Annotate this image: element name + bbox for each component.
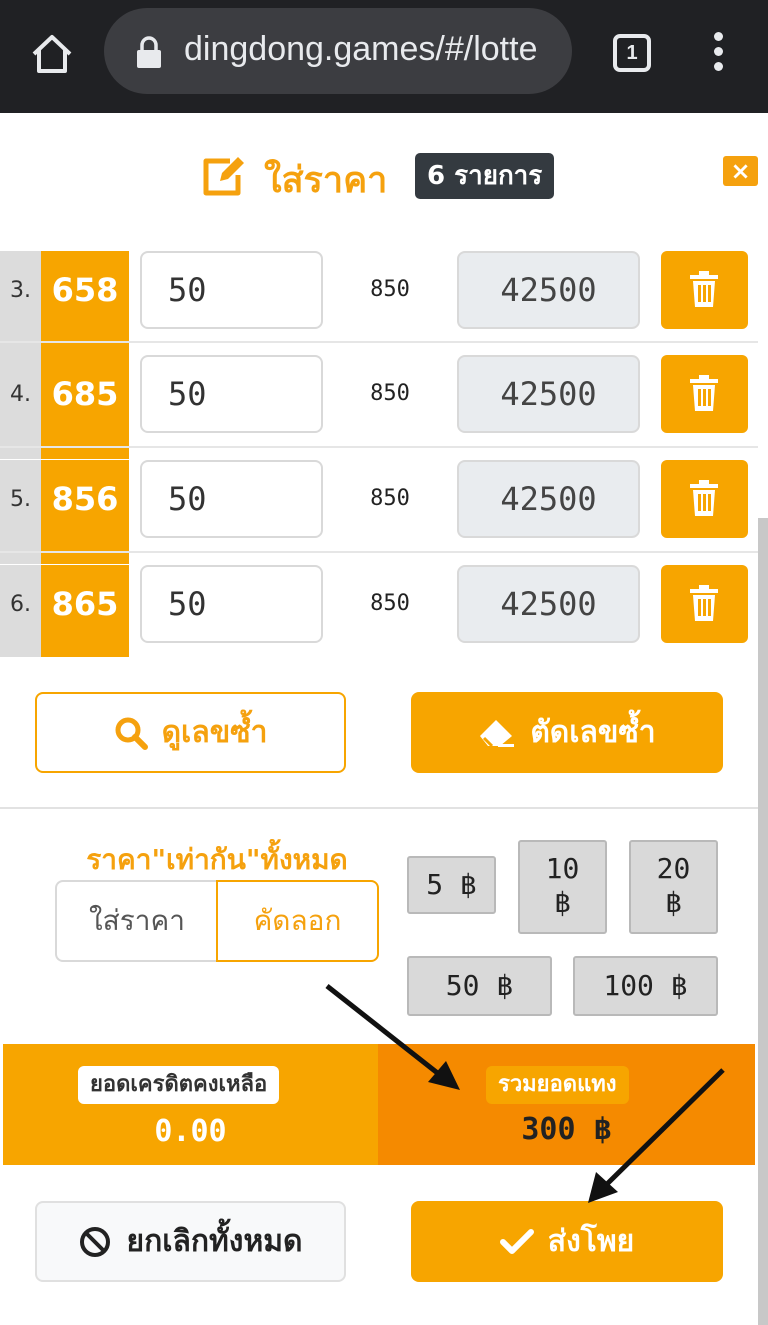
amount-input[interactable]: 50	[140, 251, 323, 329]
address-bar[interactable]: dingdong.games/#/lotte	[104, 8, 572, 94]
chip-10-baht[interactable]: 10 ฿	[518, 840, 607, 934]
chip-5-baht[interactable]: 5 ฿	[407, 856, 496, 914]
submit-label: ส่งโพย	[547, 1224, 635, 1259]
total-label: รวมยอดแทง	[486, 1066, 629, 1104]
payout-value: 42500	[457, 355, 640, 433]
payout-rate: 850	[370, 277, 410, 302]
amount-input[interactable]: 50	[140, 565, 323, 643]
chip-50-baht[interactable]: 50 ฿	[407, 956, 552, 1016]
search-icon	[115, 717, 148, 750]
payout-value: 42500	[457, 460, 640, 538]
delete-button[interactable]	[661, 355, 748, 433]
payout-value: 42500	[457, 565, 640, 643]
row-number: 658	[41, 251, 129, 355]
modal-title: ใส่ราคา	[264, 160, 388, 201]
url-text: dingdong.games/#/lotte	[184, 30, 538, 68]
chip-20-baht[interactable]: 20 ฿	[629, 840, 718, 934]
remove-duplicates-label: ตัดเลขซ้ำ	[530, 715, 656, 750]
credit-label: ยอดเครดิตคงเหลือ	[78, 1066, 280, 1104]
payout-rate: 850	[370, 486, 410, 511]
credit-summary: ยอดเครดิตคงเหลือ 0.00	[3, 1044, 378, 1165]
credit-value: 0.00	[154, 1114, 227, 1149]
lock-icon	[137, 36, 161, 68]
edit-icon	[203, 157, 244, 196]
row-divider	[0, 551, 758, 553]
row-divider	[0, 446, 758, 448]
amount-input[interactable]: 50	[140, 460, 323, 538]
row-number: 856	[41, 460, 129, 564]
delete-button[interactable]	[661, 251, 748, 329]
chip-100-baht[interactable]: 100 ฿	[573, 956, 718, 1016]
scrollbar[interactable]	[758, 518, 768, 1325]
row-index: 4.	[0, 355, 41, 459]
total-summary: รวมยอดแทง 300 ฿	[378, 1044, 755, 1165]
modal-header: ใส่ราคา 6 รายการ	[0, 113, 768, 251]
view-duplicates-label: ดูเลขซ้ำ	[161, 715, 268, 750]
home-icon[interactable]	[28, 30, 76, 78]
item-count-badge: 6 รายการ	[415, 153, 555, 199]
same-price-heading: ราคา"เท่ากัน"ทั้งหมด	[86, 843, 348, 876]
list-item: 4. 685 50 850 42500	[0, 355, 758, 459]
amount-input[interactable]: 50	[140, 355, 323, 433]
row-number: 865	[41, 565, 129, 657]
remove-duplicates-button[interactable]: ตัดเลขซ้ำ	[411, 692, 723, 773]
submit-button[interactable]: ส่งโพย	[411, 1201, 723, 1282]
copy-tab[interactable]: คัดลอก	[216, 880, 379, 962]
ban-icon	[80, 1226, 111, 1257]
row-number: 685	[41, 355, 129, 459]
close-button[interactable]: ×	[723, 156, 758, 186]
more-menu-icon[interactable]	[710, 32, 726, 76]
list-item: 3. 658 50 850 42500	[0, 251, 758, 355]
row-index: 3.	[0, 251, 41, 355]
check-icon	[499, 1228, 534, 1254]
row-index: 6.	[0, 565, 41, 657]
delete-button[interactable]	[661, 460, 748, 538]
arrow-to-submit-head	[588, 1172, 618, 1203]
trash-icon	[690, 480, 718, 516]
put-price-tab[interactable]: ใส่ราคา	[55, 880, 217, 962]
payout-value: 42500	[457, 251, 640, 329]
trash-icon	[690, 585, 718, 621]
trash-icon	[690, 375, 718, 411]
row-divider	[0, 341, 758, 343]
bet-list: 3. 658 50 850 42500 4. 685 50 850 42500	[0, 251, 768, 657]
eraser-icon	[480, 719, 515, 747]
payout-rate: 850	[370, 381, 410, 406]
row-index: 5.	[0, 460, 41, 564]
list-item: 6. 865 50 850 42500	[0, 565, 758, 657]
tab-switcher-button[interactable]: 1	[613, 34, 651, 72]
view-duplicates-button[interactable]: ดูเลขซ้ำ	[35, 692, 346, 773]
list-item: 5. 856 50 850 42500	[0, 460, 758, 564]
cancel-all-label: ยกเลิกทั้งหมด	[126, 1224, 303, 1259]
cancel-all-button[interactable]: ยกเลิกทั้งหมด	[35, 1201, 346, 1282]
browser-toolbar: dingdong.games/#/lotte 1	[0, 0, 768, 113]
delete-button[interactable]	[661, 565, 748, 643]
trash-icon	[690, 271, 718, 307]
total-value: 300 ฿	[521, 1112, 612, 1147]
payout-rate: 850	[370, 591, 410, 616]
section-divider	[0, 807, 758, 809]
